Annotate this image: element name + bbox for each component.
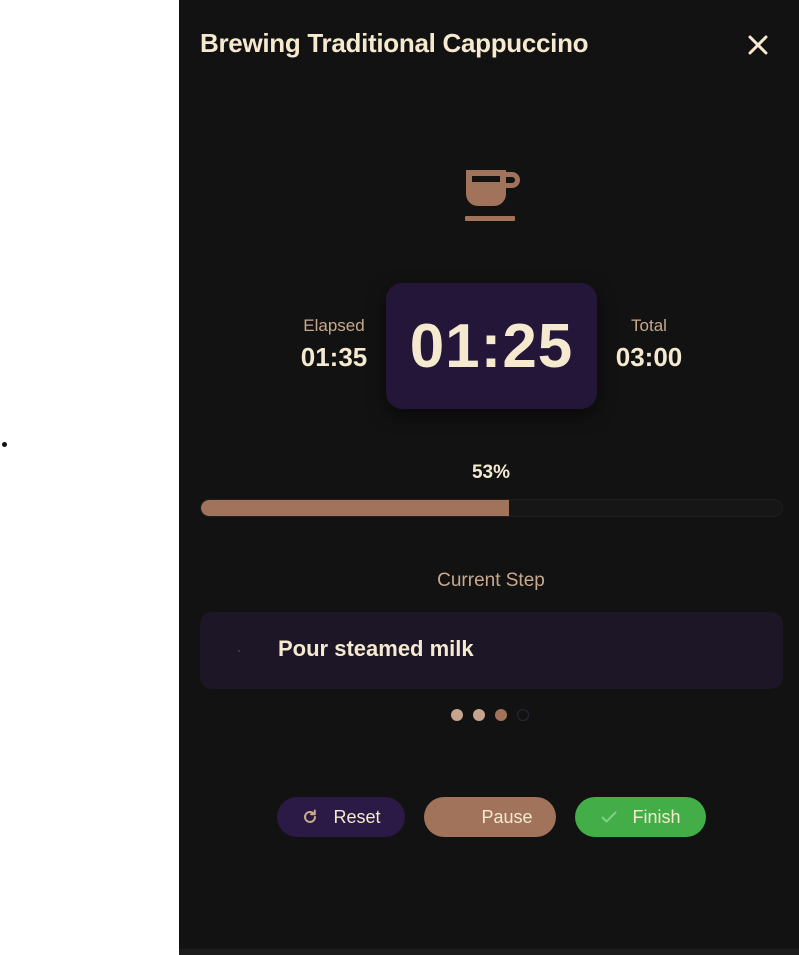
finish-label: Finish xyxy=(632,806,681,827)
step-indicators xyxy=(451,709,529,721)
check-icon xyxy=(601,811,617,823)
current-step-heading: Current Step xyxy=(437,570,545,591)
current-step-text: Pour steamed milk xyxy=(278,636,474,661)
pause-button[interactable]: Pause xyxy=(424,797,556,837)
step-indicator-dot xyxy=(495,709,507,721)
total-value: 03:00 xyxy=(615,342,683,372)
close-button[interactable] xyxy=(745,32,771,58)
reset-button[interactable]: Reset xyxy=(277,797,405,837)
progress-percent: 53% xyxy=(471,462,511,483)
coffee-cup-icon xyxy=(465,170,520,221)
modal-title: Brewing Traditional Cappuccino xyxy=(200,28,589,58)
elapsed-label: Elapsed xyxy=(303,316,365,335)
step-indicator-dot xyxy=(451,709,463,721)
elapsed-value: 01:35 xyxy=(300,342,368,372)
step-indicator-dot xyxy=(473,709,485,721)
brewing-modal: Brewing Traditional Cappuccino Elapsed 0… xyxy=(179,0,799,955)
reset-label: Reset xyxy=(333,806,381,827)
page: Brewing Traditional Cappuccino Elapsed 0… xyxy=(0,0,799,955)
total-stat: Total 03:00 xyxy=(599,316,699,372)
elapsed-stat: Elapsed 01:35 xyxy=(284,316,384,372)
current-step-card: Pour steamed milk xyxy=(200,612,783,689)
pause-label: Pause xyxy=(481,806,533,827)
step-marker xyxy=(238,650,240,652)
timer-remaining: 01:25 xyxy=(409,311,574,381)
stray-dot xyxy=(2,442,7,447)
step-indicator-dot xyxy=(517,709,529,721)
progress-fill xyxy=(201,500,509,516)
refresh-icon xyxy=(304,809,317,823)
progress-bar xyxy=(200,499,783,517)
total-label: Total xyxy=(631,316,667,335)
timer-display: 01:25 xyxy=(386,283,597,409)
close-icon xyxy=(748,35,768,55)
finish-button[interactable]: Finish xyxy=(575,797,706,837)
